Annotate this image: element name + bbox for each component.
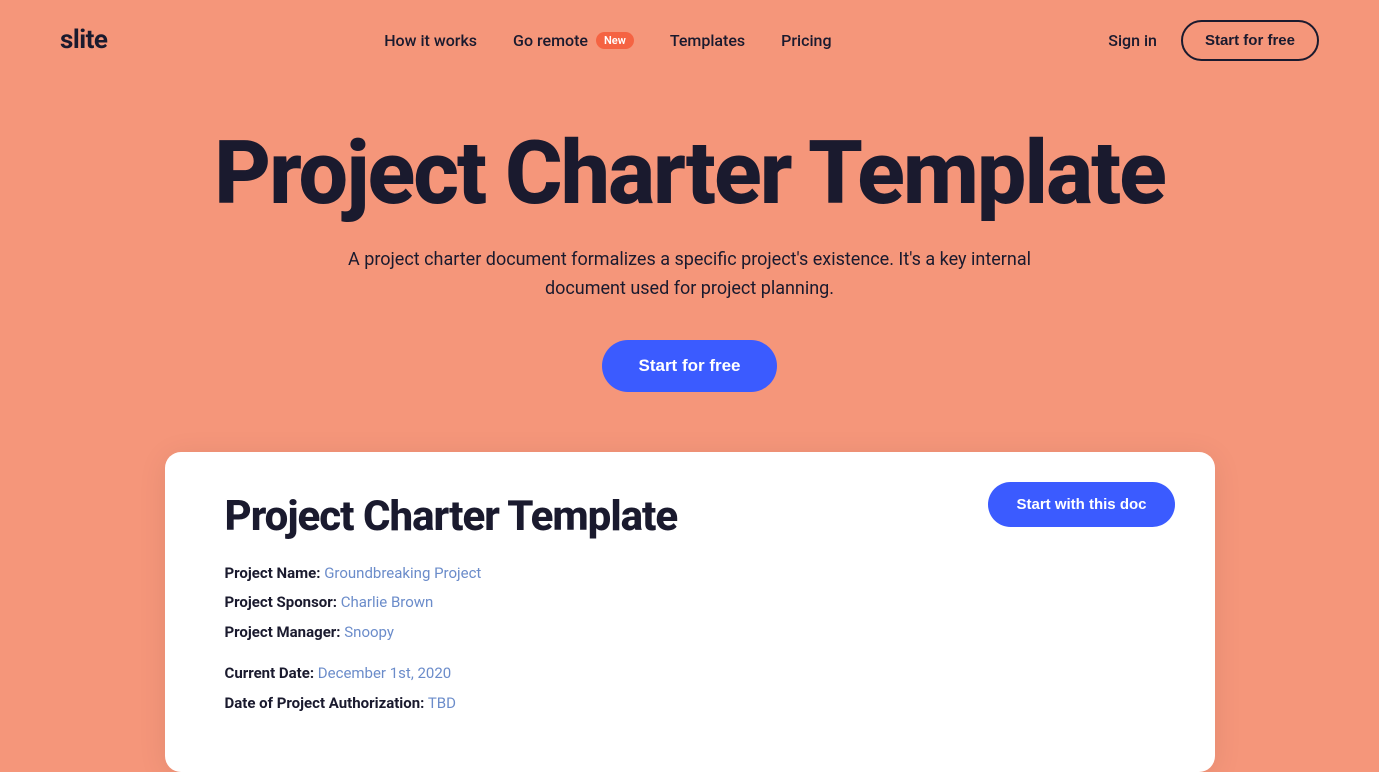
doc-field-current-date: Current Date: December 1st, 2020 <box>225 661 1155 687</box>
doc-field-project-manager: Project Manager: Snoopy <box>225 620 1155 646</box>
nav-link-go-remote[interactable]: Go remote New <box>513 31 634 50</box>
start-with-doc-button[interactable]: Start with this doc <box>988 482 1174 527</box>
doc-field-project-name: Project Name: Groundbreaking Project <box>225 561 1155 587</box>
hero-section: Project Charter Template A project chart… <box>0 80 1379 432</box>
navbar: slite How it works Go remote New Templat… <box>0 0 1379 80</box>
start-free-button-hero[interactable]: Start for free <box>602 340 776 392</box>
doc-field-label-current-date: Current Date: <box>225 664 315 682</box>
brand-logo[interactable]: slite <box>60 25 107 55</box>
doc-field-authorization-date: Date of Project Authorization: TBD <box>225 691 1155 717</box>
hero-title: Project Charter Template <box>200 130 1180 218</box>
doc-card-container: Start with this doc Project Charter Temp… <box>0 432 1379 772</box>
signin-link[interactable]: Sign in <box>1108 31 1157 50</box>
nav-link-pricing[interactable]: Pricing <box>781 31 831 50</box>
doc-fields-group2: Current Date: December 1st, 2020 Date of… <box>225 661 1155 716</box>
nav-item-templates[interactable]: Templates <box>670 31 745 50</box>
doc-field-value-current-date[interactable]: December 1st, 2020 <box>318 664 451 682</box>
nav-link-how-it-works[interactable]: How it works <box>384 31 477 50</box>
doc-fields-group1: Project Name: Groundbreaking Project Pro… <box>225 561 1155 646</box>
start-free-button-nav[interactable]: Start for free <box>1181 20 1319 61</box>
navbar-actions: Sign in Start for free <box>1108 20 1319 61</box>
doc-field-value-project-sponsor[interactable]: Charlie Brown <box>341 593 434 611</box>
nav-link-templates[interactable]: Templates <box>670 31 745 50</box>
doc-field-label-project-sponsor: Project Sponsor: <box>225 593 337 611</box>
new-badge: New <box>596 32 634 49</box>
doc-card: Start with this doc Project Charter Temp… <box>165 452 1215 772</box>
nav-item-pricing[interactable]: Pricing <box>781 31 831 50</box>
nav-item-how-it-works[interactable]: How it works <box>384 31 477 50</box>
nav-links: How it works Go remote New Templates Pri… <box>384 31 831 50</box>
doc-field-label-project-manager: Project Manager: <box>225 623 341 641</box>
doc-field-value-project-name[interactable]: Groundbreaking Project <box>324 564 481 582</box>
doc-field-label-authorization-date: Date of Project Authorization: <box>225 694 425 712</box>
doc-field-project-sponsor: Project Sponsor: Charlie Brown <box>225 590 1155 616</box>
doc-field-label-project-name: Project Name: <box>225 564 321 582</box>
doc-field-value-project-manager[interactable]: Snoopy <box>344 623 394 641</box>
doc-field-value-authorization-date[interactable]: TBD <box>428 694 456 712</box>
nav-item-go-remote[interactable]: Go remote New <box>513 31 634 50</box>
hero-subtitle: A project charter document formalizes a … <box>340 246 1040 304</box>
